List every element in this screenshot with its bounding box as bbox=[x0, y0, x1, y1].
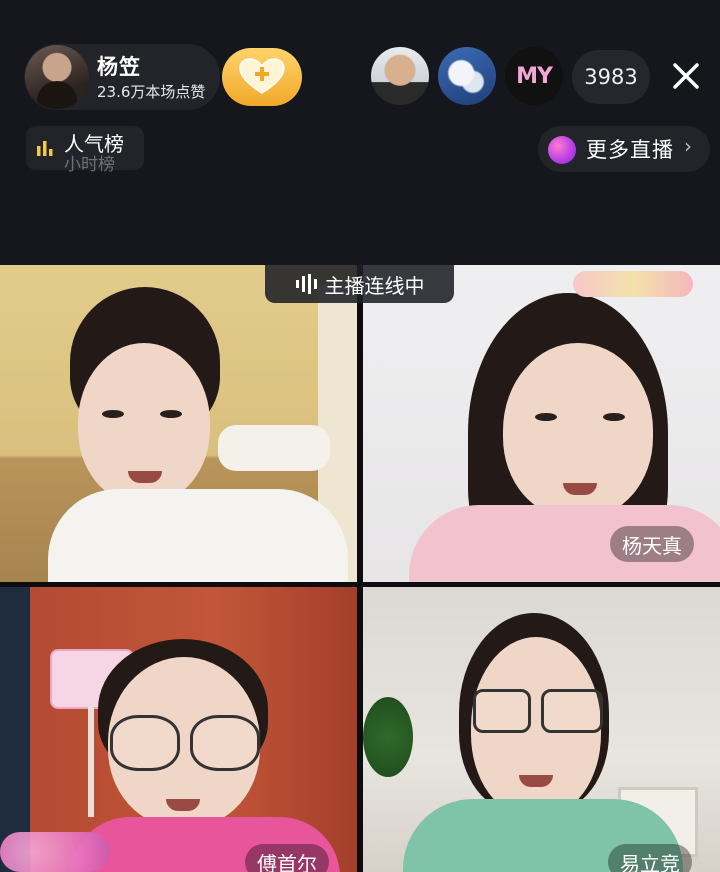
anchor-connection-label: 主播连线中 bbox=[265, 265, 454, 303]
glasses bbox=[541, 689, 603, 733]
glasses bbox=[110, 715, 180, 771]
video-tile-3[interactable] bbox=[0, 587, 357, 872]
guest-name-4: 易立竞 bbox=[620, 851, 680, 872]
hourly-rank-subtitle: 小时榜 bbox=[64, 155, 115, 175]
pillow-background bbox=[218, 425, 330, 471]
guest-name-tag-2[interactable]: 杨天真 bbox=[610, 526, 694, 562]
eye bbox=[603, 413, 625, 421]
more-live-label: 更多直播 bbox=[586, 138, 674, 162]
guest-name-tag-4[interactable]: 易立竞 bbox=[608, 844, 692, 872]
viewer-avatar-3[interactable]: MY bbox=[503, 45, 565, 107]
video-grid bbox=[0, 265, 720, 872]
shirt bbox=[48, 489, 348, 582]
host-avatar[interactable] bbox=[25, 45, 89, 109]
headband bbox=[573, 271, 693, 297]
connection-label-text: 主播连线中 bbox=[324, 273, 425, 298]
guest-name-tag-3[interactable]: 傅首尔 bbox=[245, 844, 329, 872]
host-name: 杨笠 bbox=[97, 55, 141, 79]
eye bbox=[535, 413, 557, 421]
gift-effect bbox=[0, 832, 110, 872]
eye bbox=[102, 410, 124, 418]
more-live-icon bbox=[548, 136, 576, 164]
host-likes-count: 23.6万本场点赞 bbox=[97, 83, 206, 101]
follow-button[interactable] bbox=[222, 48, 302, 106]
bar-chart-icon bbox=[37, 141, 53, 156]
close-button[interactable] bbox=[662, 52, 710, 100]
viewer-count[interactable]: 3983 bbox=[572, 50, 650, 104]
close-icon bbox=[673, 63, 699, 89]
viewer-avatar-1[interactable] bbox=[369, 45, 431, 107]
glasses bbox=[190, 715, 260, 771]
sign-stand bbox=[88, 707, 94, 817]
plant-background bbox=[363, 697, 413, 777]
eye bbox=[160, 410, 182, 418]
chevron-right-icon: › bbox=[684, 134, 692, 158]
viewer-avatar-3-text: MY bbox=[516, 63, 553, 89]
guest-name-3: 傅首尔 bbox=[257, 851, 317, 872]
glasses bbox=[473, 689, 531, 733]
video-tile-4[interactable] bbox=[363, 587, 720, 872]
heart-plus-icon bbox=[239, 58, 285, 94]
guest-name-2: 杨天真 bbox=[622, 533, 682, 558]
live-sound-icon bbox=[295, 274, 317, 294]
viewer-avatar-2[interactable] bbox=[436, 45, 498, 107]
video-tile-1[interactable] bbox=[0, 265, 357, 582]
